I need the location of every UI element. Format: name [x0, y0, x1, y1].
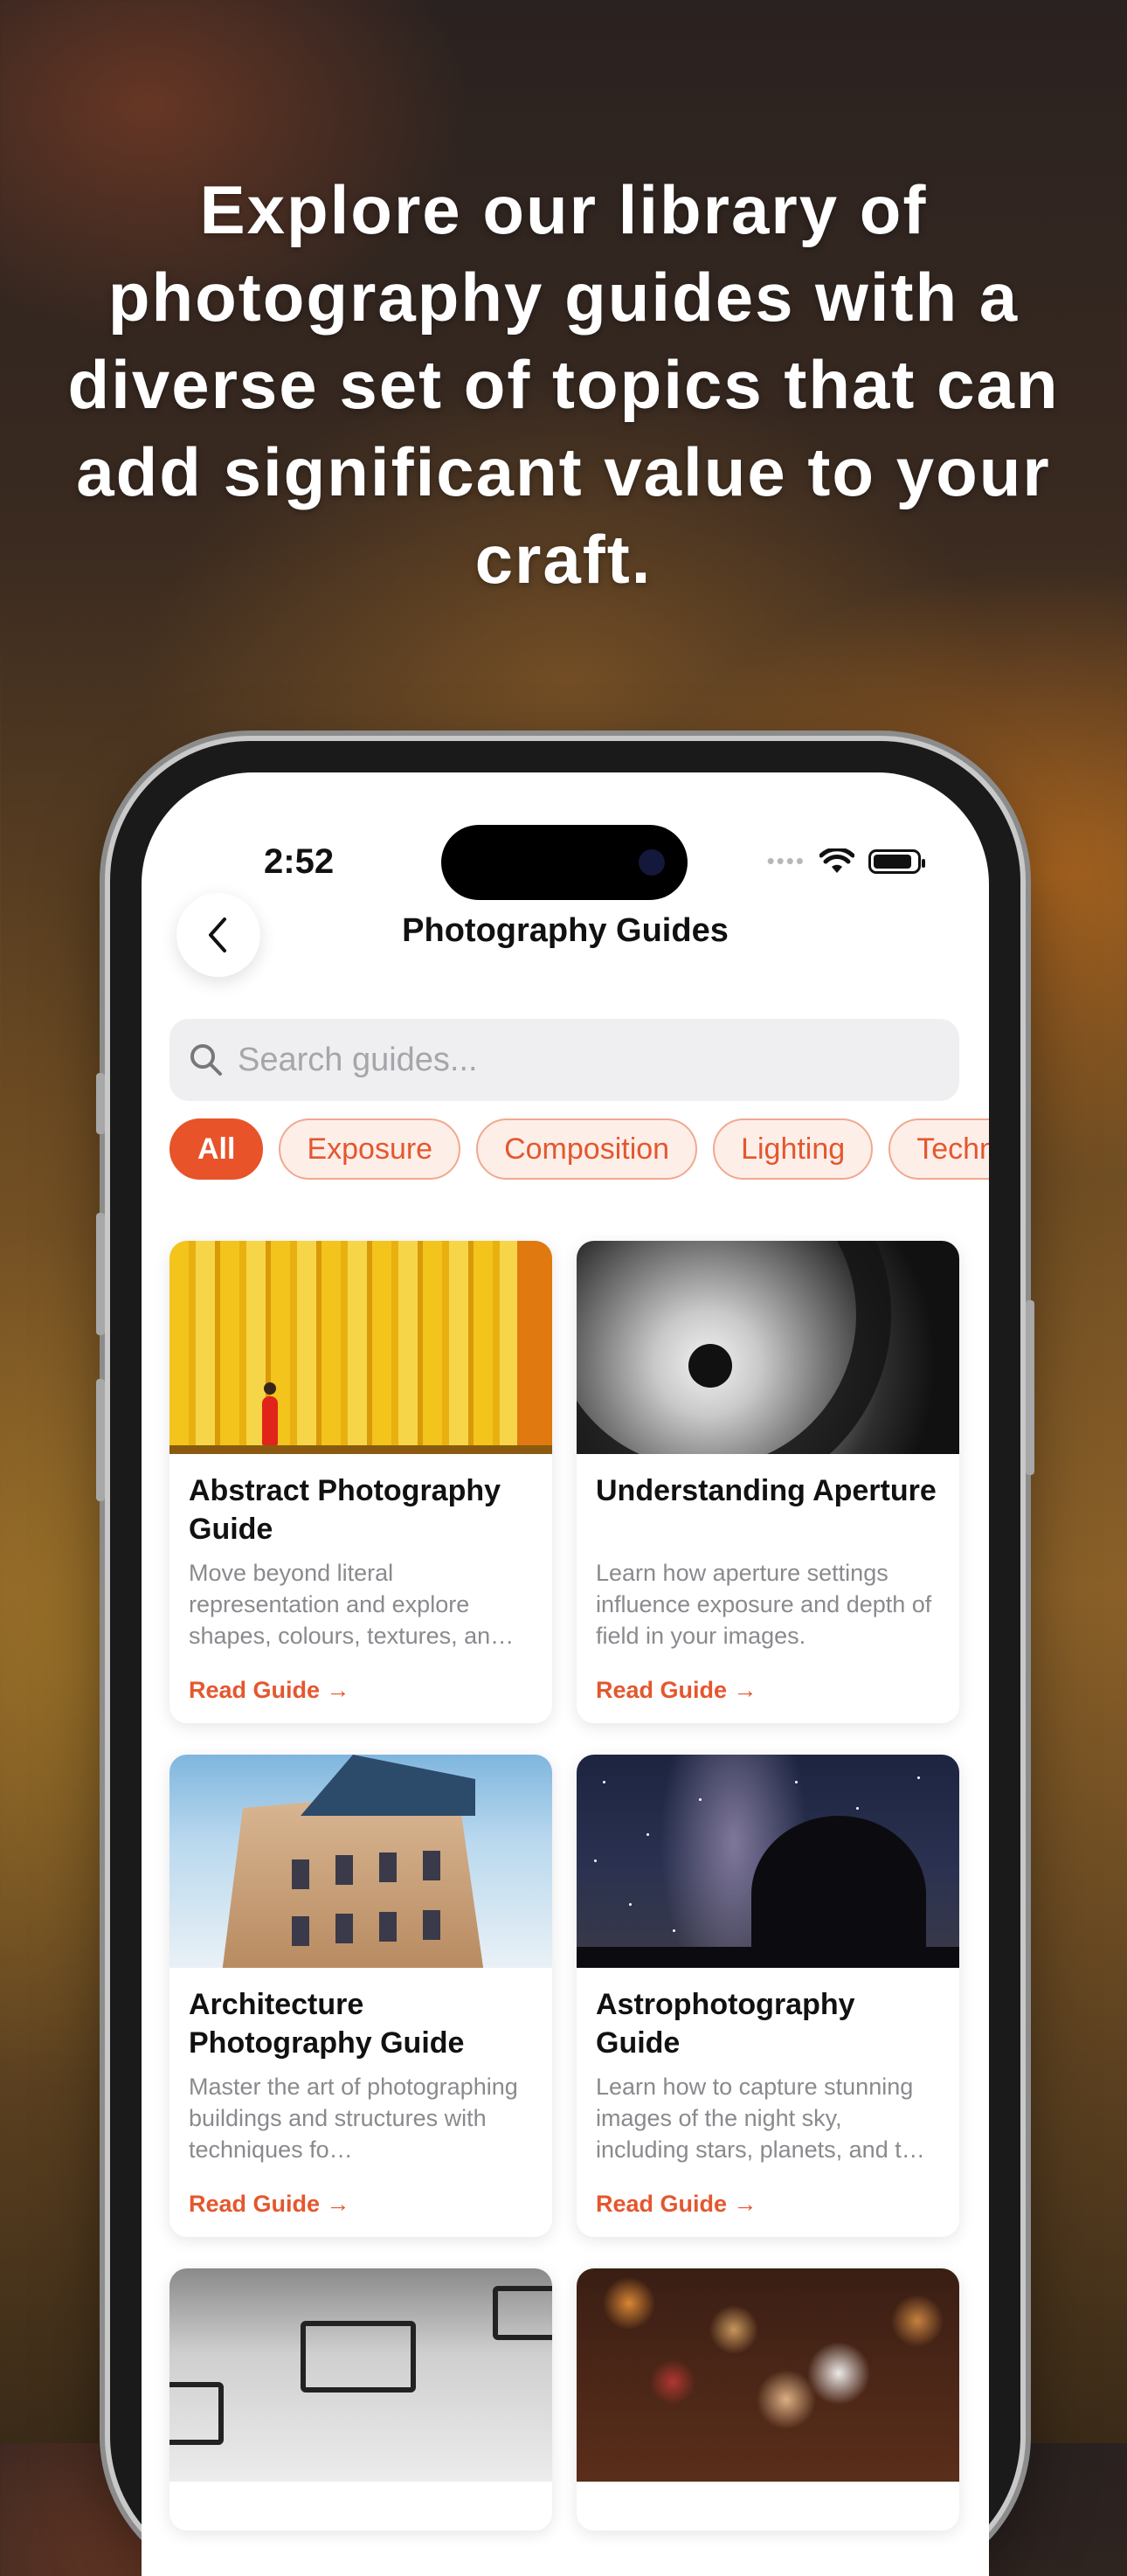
search-bar[interactable] [169, 1019, 959, 1101]
guide-card-partial-bench[interactable] [169, 2268, 552, 2531]
guide-card-astrophotography[interactable]: Astrophotography Guide Learn how to capt… [577, 1755, 959, 2237]
read-guide-link[interactable]: Read Guide → [189, 1677, 350, 1704]
guide-card-partial-bokeh[interactable] [577, 2268, 959, 2531]
guide-description: Move beyond literal representation and e… [189, 1560, 515, 1649]
guide-thumbnail [169, 1241, 552, 1454]
guide-title: Abstract Photography Guide [189, 1474, 501, 1546]
signal-dots-icon: •••• [766, 848, 805, 874]
chip-exposure[interactable]: Exposure [279, 1118, 461, 1180]
guide-card-aperture[interactable]: Understanding Aperture Learn how apertur… [577, 1241, 959, 1723]
guide-thumbnail [577, 1241, 959, 1454]
filter-chips: All Exposure Composition Lighting Techn [169, 1118, 989, 1180]
guide-thumbnail [169, 2268, 552, 2482]
guides-grid: Abstract Photography Guide Move beyond l… [169, 1241, 959, 2531]
promo-headline: Explore our library of photography guide… [67, 171, 1060, 598]
chip-lighting[interactable]: Lighting [713, 1118, 874, 1180]
volume-up-button [96, 1213, 105, 1335]
guide-description: Learn how to capture stunning images of … [596, 2074, 925, 2163]
guide-description: Master the art of photographing building… [189, 2074, 518, 2163]
status-bar: 2:52 •••• [142, 772, 989, 900]
guide-thumbnail [577, 2268, 959, 2482]
chip-composition[interactable]: Composition [476, 1118, 698, 1180]
read-guide-link[interactable]: Read Guide → [596, 1677, 757, 1704]
guide-title: Astrophotography Guide [596, 1988, 855, 2060]
battery-icon [868, 848, 925, 874]
guide-description: Learn how aperture settings influence ex… [596, 1560, 932, 1649]
guide-thumbnail [577, 1755, 959, 1968]
guide-thumbnail [169, 1755, 552, 1968]
camera-icon [639, 849, 665, 876]
guide-card-architecture[interactable]: Architecture Photography Guide Master th… [169, 1755, 552, 2237]
power-button [1026, 1300, 1034, 1475]
guide-title: Architecture Photography Guide [189, 1988, 465, 2060]
guide-title: Understanding Aperture [596, 1474, 937, 1507]
read-guide-link[interactable]: Read Guide → [189, 2191, 350, 2218]
app-screen: 2:52 •••• Photography Guides Search guid… [142, 772, 989, 2576]
status-time: 2:52 [264, 842, 335, 881]
read-guide-link[interactable]: Read Guide → [596, 2191, 757, 2218]
dynamic-island [441, 825, 688, 900]
phone-frame: 2:52 •••• Photography Guides Search guid… [96, 741, 1034, 2576]
action-button [96, 1073, 105, 1134]
page-title: Photography Guides [402, 912, 729, 949]
chip-all[interactable]: All [169, 1118, 264, 1180]
chip-technique[interactable]: Techn [888, 1118, 989, 1180]
search-icon [190, 1044, 222, 1076]
wifi-icon [819, 848, 854, 873]
volume-down-button [96, 1379, 105, 1501]
search-input[interactable] [236, 1040, 921, 1080]
guide-card-abstract[interactable]: Abstract Photography Guide Move beyond l… [169, 1241, 552, 1723]
